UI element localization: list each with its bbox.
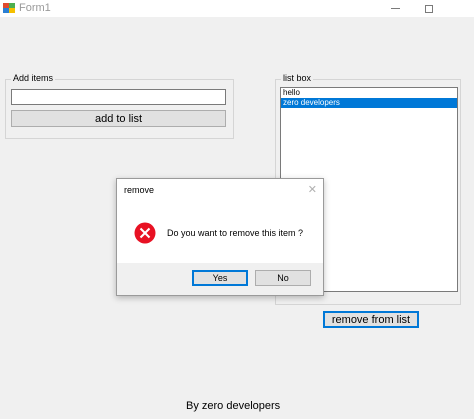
- add-items-group: Add items add to list: [5, 73, 234, 139]
- list-item-selected[interactable]: zero developers: [281, 98, 457, 108]
- no-button[interactable]: No: [255, 270, 311, 286]
- minimize-icon: [390, 8, 400, 9]
- footer-credit: By zero developers: [186, 400, 281, 412]
- dialog-title: remove: [124, 185, 155, 195]
- maximize-icon: [425, 4, 433, 13]
- dialog-message: Do you want to remove this item ?: [167, 228, 304, 238]
- title-bar[interactable]: Form1: [0, 0, 474, 17]
- app-window: Form1 Add items add to list list box hel…: [0, 0, 474, 419]
- error-icon: [134, 222, 156, 244]
- list-item[interactable]: hello: [281, 88, 457, 98]
- remove-from-list-button[interactable]: remove from list: [323, 311, 419, 328]
- add-items-label: Add items: [11, 73, 56, 83]
- item-input[interactable]: [11, 89, 226, 105]
- add-to-list-button[interactable]: add to list: [11, 110, 226, 127]
- app-icon: [3, 2, 15, 14]
- remove-dialog: remove ✕ Do you want to remove this item…: [116, 178, 324, 296]
- close-icon[interactable]: ✕: [308, 183, 317, 196]
- minimize-button[interactable]: [380, 0, 410, 17]
- window-title: Form1: [19, 2, 51, 14]
- yes-button[interactable]: Yes: [192, 270, 248, 286]
- dialog-button-bar: Yes No: [117, 263, 323, 295]
- list-box-label: list box: [281, 73, 314, 83]
- maximize-button[interactable]: [414, 0, 444, 17]
